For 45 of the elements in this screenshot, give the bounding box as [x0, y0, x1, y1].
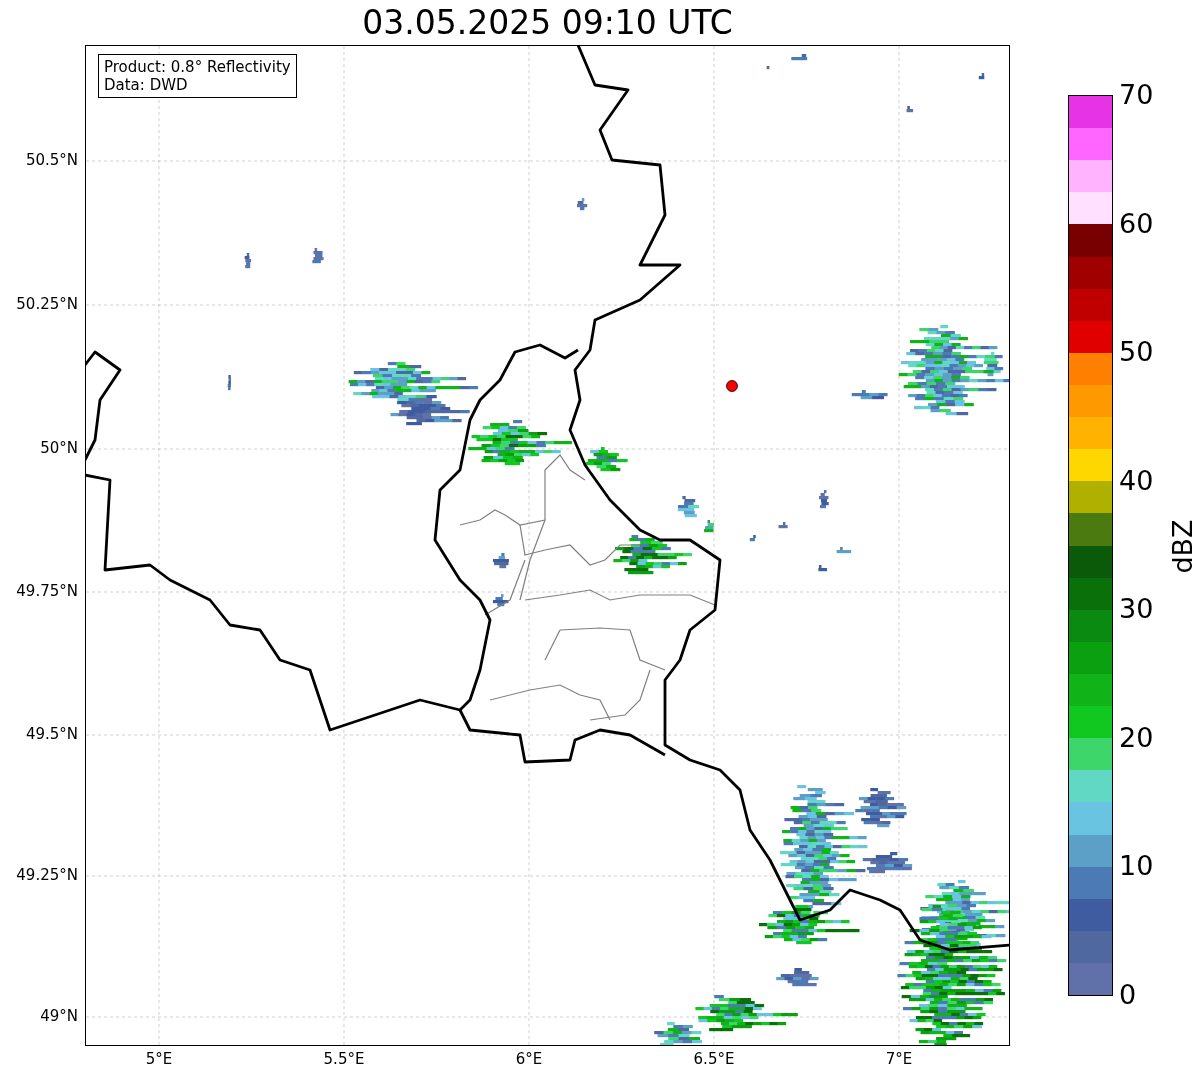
- radar-echo: [766, 66, 770, 70]
- colorbar-tick-label: 10: [1119, 852, 1154, 880]
- info-text: Product: 0.8° Reflectivity: [104, 58, 291, 76]
- colorbar-tick-label: 20: [1119, 723, 1154, 751]
- axis-tick-label: 5°E: [145, 1052, 173, 1067]
- colorbar-tick-label: 70: [1119, 81, 1154, 108]
- axis-tick-label: 50.25°N: [16, 297, 78, 312]
- colorbar-label: dBZ: [1168, 519, 1196, 574]
- radar-echo: [851, 390, 888, 400]
- axis-tick-label: 50.5°N: [25, 153, 78, 168]
- radar-echo: [818, 565, 828, 572]
- colorbar-tick-label: 30: [1119, 595, 1154, 623]
- axis-tick-label: 6°E: [515, 1052, 543, 1067]
- radar-echo: [227, 375, 232, 391]
- radar-echo: [906, 106, 914, 113]
- radar-echo: [978, 73, 985, 80]
- axis-tick-label: 7°E: [885, 1052, 913, 1067]
- axis-tick-label: 49.75°N: [16, 584, 78, 599]
- location-marker: [726, 380, 738, 392]
- radar-echo: [791, 54, 808, 61]
- radar-echo: [492, 594, 509, 607]
- radar-echo: [585, 447, 628, 472]
- radar-echo: [749, 535, 756, 542]
- axis-tick-label: 49.5°N: [25, 727, 78, 742]
- info-text: Data: DWD: [104, 76, 189, 94]
- colorbar-tick-label: 50: [1119, 338, 1154, 366]
- axis-tick-label: 49.25°N: [16, 868, 78, 883]
- radar-echo: [493, 553, 509, 569]
- radar-echo: [704, 520, 714, 533]
- colorbar-tick-label: 60: [1119, 209, 1154, 237]
- radar-echo: [577, 198, 588, 211]
- radar-echo: [776, 968, 819, 987]
- axis-tick-label: 6.5°E: [693, 1052, 735, 1067]
- axis-tick-label: 5.5°E: [323, 1052, 365, 1067]
- chart-title: 03.05.2025 09:10 UTC: [362, 6, 733, 39]
- axis-tick-label: 49°N: [40, 1009, 78, 1024]
- colorbar-tick-label: 40: [1119, 466, 1154, 494]
- radar-echo: [836, 547, 852, 554]
- radar-echo: [819, 490, 829, 509]
- radar-echo: [244, 253, 252, 269]
- axis-tick-label: 50°N: [40, 441, 78, 456]
- colorbar-tick-label: 0: [1119, 981, 1137, 1008]
- radar-echo: [778, 522, 788, 529]
- radar-echo: [677, 496, 699, 518]
- radar-echo: [312, 248, 324, 264]
